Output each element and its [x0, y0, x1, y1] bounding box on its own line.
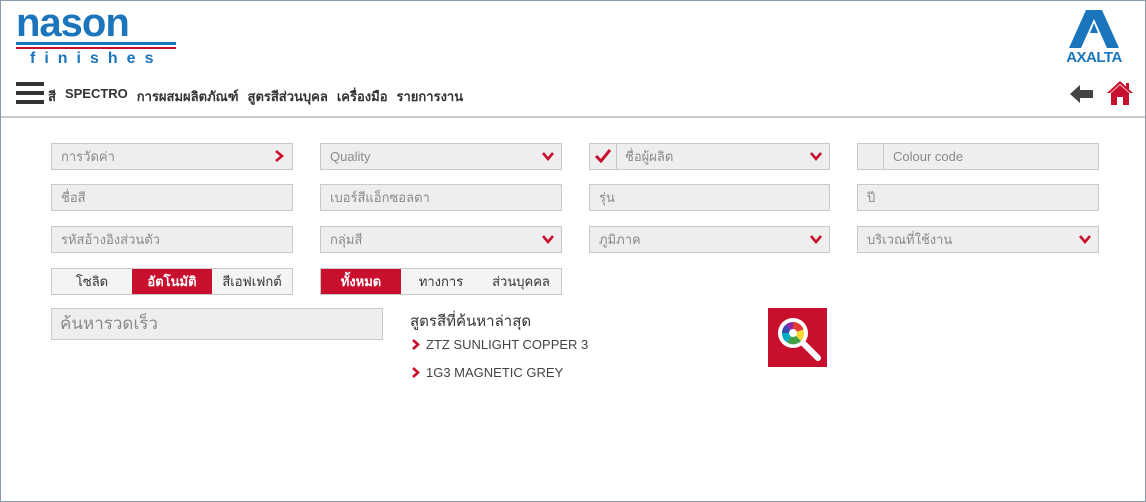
finish-option-effect[interactable]: สีเอฟเฟกต์: [212, 269, 292, 294]
quality-label: Quality: [330, 149, 371, 164]
year-field[interactable]: ปี: [857, 184, 1099, 211]
measurement-field[interactable]: การวัดค่า: [51, 143, 293, 170]
nav-item-job-list[interactable]: รายการงาน: [397, 86, 464, 107]
year-placeholder: ปี: [867, 190, 876, 205]
nav-item-mixing[interactable]: การผสมผลิตภัณฑ์: [137, 86, 239, 107]
chevron-down-icon: [810, 152, 822, 162]
logo-sub-text: finishes: [30, 50, 163, 67]
axalta-a-icon: [1069, 10, 1119, 48]
arrow-left-icon[interactable]: [1070, 84, 1094, 104]
manufacturer-checkbox[interactable]: [590, 144, 617, 169]
logo-main-text: nason: [16, 1, 130, 45]
manufacturer-select[interactable]: ชื่อผู้ผลิต: [589, 143, 830, 170]
chevron-down-icon: [1079, 235, 1091, 245]
manufacturer-label: ชื่อผู้ผลิต: [625, 149, 674, 164]
chevron-right-icon: [412, 339, 420, 350]
scope-option-all[interactable]: ทั้งหมด: [321, 269, 401, 294]
finish-option-solid[interactable]: โซลิด: [52, 269, 132, 294]
nav-item-colour[interactable]: สี: [48, 86, 56, 107]
axalta-logo: AXALTA: [1058, 9, 1130, 66]
measurement-label: การวัดค่า: [61, 149, 115, 164]
axalta-number-placeholder: เบอร์สีแอ็กซอลตา: [330, 190, 430, 205]
finish-toggle: โซลิด อัตโนมัติ สีเอฟเฟกต์: [51, 268, 293, 295]
model-placeholder: รุ่น: [599, 190, 615, 205]
recent-search-item[interactable]: ZTZ SUNLIGHT COPPER 3: [411, 337, 588, 352]
home-icon[interactable]: [1106, 80, 1134, 106]
quick-search-input[interactable]: ค้นหารวดเร็ว: [51, 308, 383, 340]
colour-code-checkbox[interactable]: [858, 144, 884, 169]
hamburger-icon[interactable]: [16, 82, 44, 104]
recent-search-item[interactable]: 1G3 MAGNETIC GREY: [411, 365, 563, 380]
colour-name-placeholder: ชื่อสี: [61, 190, 86, 205]
usage-area-label: บริเวณที่ใช้งาน: [867, 232, 953, 247]
scope-toggle: ทั้งหมด ทางการ ส่วนบุคคล: [320, 268, 562, 295]
chevron-right-icon: [275, 150, 285, 162]
colour-group-select[interactable]: กลุ่มสี: [320, 226, 562, 253]
recent-searches-title: สูตรสีที่ค้นหาล่าสุด: [410, 313, 532, 330]
recent-search-label: ZTZ SUNLIGHT COPPER 3: [426, 337, 589, 352]
header-divider: [1, 116, 1145, 118]
recent-search-label: 1G3 MAGNETIC GREY: [426, 365, 564, 380]
personal-ref-placeholder: รหัสอ้างอิงส่วนตัว: [61, 232, 160, 247]
logo-rule-accent: [16, 47, 176, 49]
finish-option-auto[interactable]: อัตโนมัติ: [132, 269, 212, 294]
usage-area-select[interactable]: บริเวณที่ใช้งาน: [857, 226, 1099, 253]
nason-logo[interactable]: nason finishes: [16, 1, 178, 68]
nav-item-spectro[interactable]: SPECTRO: [65, 86, 128, 107]
model-field[interactable]: รุ่น: [589, 184, 830, 211]
colour-search-button[interactable]: [768, 308, 827, 367]
nav-item-personal-formula[interactable]: สูตรสีส่วนบุคล: [248, 86, 328, 107]
quality-select[interactable]: Quality: [320, 143, 562, 170]
colour-code-field[interactable]: Colour code: [857, 143, 1099, 170]
chevron-down-icon: [810, 235, 822, 245]
quick-search-placeholder: ค้นหารวดเร็ว: [60, 314, 158, 333]
chevron-down-icon: [542, 152, 554, 162]
personal-ref-field[interactable]: รหัสอ้างอิงส่วนตัว: [51, 226, 293, 253]
colour-group-label: กลุ่มสี: [330, 232, 363, 247]
region-label: ภูมิภาค: [599, 232, 641, 247]
check-icon: [594, 149, 612, 164]
colour-name-field[interactable]: ชื่อสี: [51, 184, 293, 211]
colour-code-placeholder: Colour code: [893, 149, 964, 164]
scope-option-personal[interactable]: ส่วนบุคคล: [481, 269, 561, 294]
main-nav: สี SPECTRO การผสมผลิตภัณฑ์ สูตรสีส่วนบุค…: [48, 86, 463, 107]
region-select[interactable]: ภูมิภาค: [589, 226, 830, 253]
axalta-number-field[interactable]: เบอร์สีแอ็กซอลตา: [320, 184, 562, 211]
nav-item-tools[interactable]: เครื่องมือ: [337, 86, 388, 107]
axalta-wordmark: AXALTA: [1066, 49, 1122, 66]
chevron-right-icon: [412, 367, 420, 378]
color-search-icon: [778, 318, 821, 361]
chevron-down-icon: [542, 235, 554, 245]
scope-option-official[interactable]: ทางการ: [401, 269, 481, 294]
